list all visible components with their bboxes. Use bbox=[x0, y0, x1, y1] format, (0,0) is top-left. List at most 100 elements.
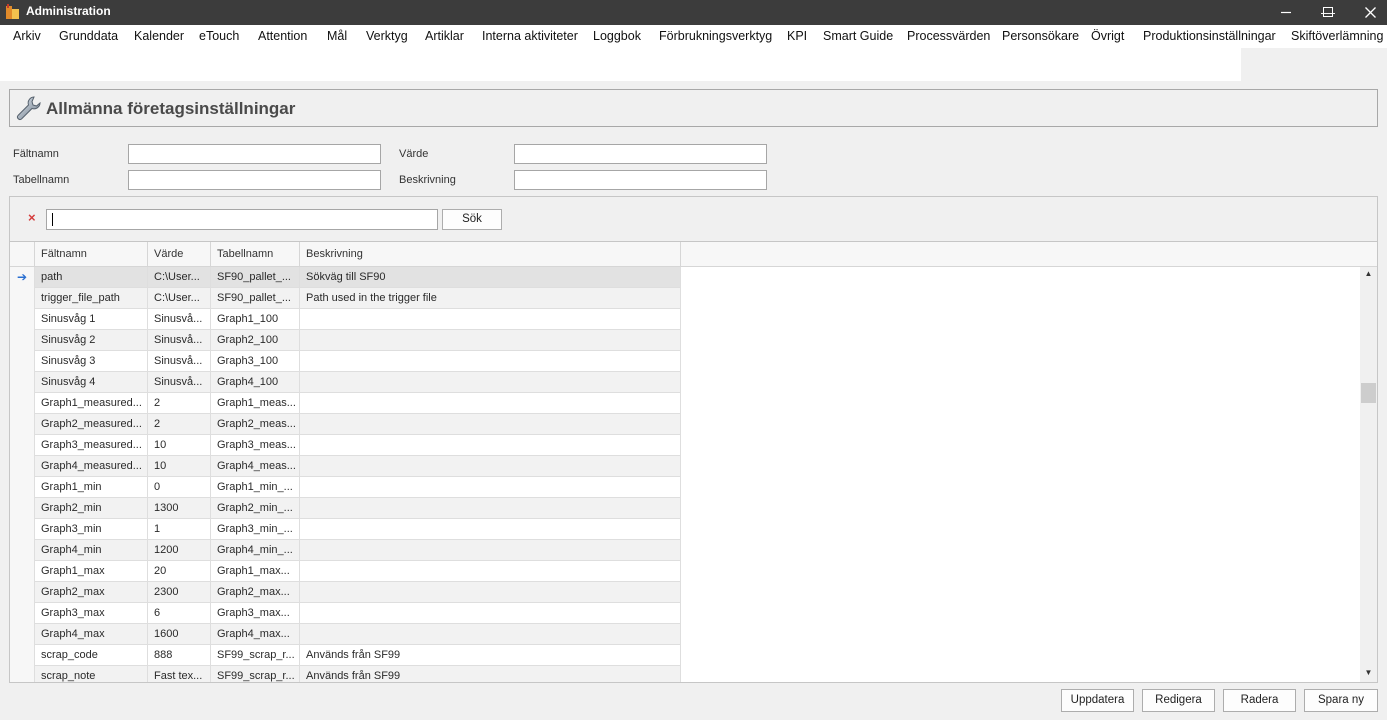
cell-tabellnamn[interactable]: Graph4_meas... bbox=[211, 456, 300, 477]
cell-beskrivning[interactable]: Används från SF99 bbox=[300, 666, 681, 682]
cell-faltnamn[interactable]: Graph1_max bbox=[35, 561, 148, 582]
cell-tabellnamn[interactable]: Graph3_max... bbox=[211, 603, 300, 624]
table-row[interactable]: scrap_code 888 SF99_scrap_r... Används från… bbox=[10, 645, 681, 666]
cell-faltnamn[interactable]: Sinusvåg 3 bbox=[35, 351, 148, 372]
cell-varde[interactable]: 1 bbox=[148, 519, 211, 540]
cell-varde[interactable]: 6 bbox=[148, 603, 211, 624]
row-indicator[interactable] bbox=[10, 456, 35, 477]
cell-tabellnamn[interactable]: SF99_scrap_r... bbox=[211, 666, 300, 682]
menu-item-personsokare[interactable]: Personsökare bbox=[1002, 29, 1079, 43]
cell-faltnamn[interactable]: Graph2_min bbox=[35, 498, 148, 519]
cell-varde[interactable]: Sinusvå... bbox=[148, 372, 211, 393]
table-row[interactable]: Graph1_max 20 Graph1_max... bbox=[10, 561, 681, 582]
spara-ny-button[interactable]: Spara ny bbox=[1304, 689, 1378, 712]
cell-faltnamn[interactable]: Graph1_min bbox=[35, 477, 148, 498]
cell-tabellnamn[interactable]: Graph3_100 bbox=[211, 351, 300, 372]
menu-item-ovrigt[interactable]: Övrigt bbox=[1091, 29, 1124, 43]
cell-faltnamn[interactable]: trigger_file_path bbox=[35, 288, 148, 309]
menu-item-artiklar[interactable]: Artiklar bbox=[425, 29, 464, 43]
cell-beskrivning[interactable] bbox=[300, 435, 681, 456]
cell-beskrivning[interactable] bbox=[300, 477, 681, 498]
table-row[interactable]: scrap_note Fast tex... SF99_scrap_r... Anvä… bbox=[10, 666, 681, 682]
row-indicator[interactable] bbox=[10, 309, 35, 330]
table-row[interactable]: Graph3_min 1 Graph3_min_... bbox=[10, 519, 681, 540]
cell-faltnamn[interactable]: Graph3_min bbox=[35, 519, 148, 540]
cell-beskrivning[interactable] bbox=[300, 519, 681, 540]
beskrivning-field[interactable] bbox=[514, 170, 767, 190]
cell-beskrivning[interactable] bbox=[300, 561, 681, 582]
cell-beskrivning[interactable] bbox=[300, 372, 681, 393]
table-row[interactable]: Sinusvåg 1 Sinusvå... Graph1_100 bbox=[10, 309, 681, 330]
menu-item-kalender[interactable]: Kalender bbox=[134, 29, 184, 43]
table-row[interactable]: Graph1_min 0 Graph1_min_... bbox=[10, 477, 681, 498]
cell-faltnamn[interactable]: Sinusvåg 1 bbox=[35, 309, 148, 330]
cell-beskrivning[interactable] bbox=[300, 309, 681, 330]
redigera-button[interactable]: Redigera bbox=[1142, 689, 1215, 712]
search-input[interactable] bbox=[46, 209, 438, 230]
row-indicator[interactable] bbox=[10, 666, 35, 682]
cell-varde[interactable]: Sinusvå... bbox=[148, 330, 211, 351]
cell-beskrivning[interactable]: Path used in the trigger file bbox=[300, 288, 681, 309]
cell-varde[interactable]: Fast tex... bbox=[148, 666, 211, 682]
cell-tabellnamn[interactable]: Graph1_min_... bbox=[211, 477, 300, 498]
cell-varde[interactable]: C:\User... bbox=[148, 267, 211, 288]
cell-varde[interactable]: 10 bbox=[148, 456, 211, 477]
cell-varde[interactable]: 2 bbox=[148, 414, 211, 435]
cell-faltnamn[interactable]: Graph3_measured... bbox=[35, 435, 148, 456]
menu-item-grunddata[interactable]: Grunddata bbox=[59, 29, 118, 43]
menu-item-etouch[interactable]: eTouch bbox=[199, 29, 239, 43]
scroll-down-icon[interactable]: ▼ bbox=[1360, 668, 1377, 680]
cell-beskrivning[interactable] bbox=[300, 603, 681, 624]
table-row[interactable]: ➔ path C:\User... SF90_pallet_... Sökväg til… bbox=[10, 267, 681, 288]
cell-faltnamn[interactable]: scrap_code bbox=[35, 645, 148, 666]
cell-tabellnamn[interactable]: Graph1_max... bbox=[211, 561, 300, 582]
row-indicator[interactable] bbox=[10, 603, 35, 624]
row-indicator[interactable] bbox=[10, 477, 35, 498]
cell-varde[interactable]: 1600 bbox=[148, 624, 211, 645]
cell-faltnamn[interactable]: Graph2_max bbox=[35, 582, 148, 603]
row-indicator[interactable] bbox=[10, 330, 35, 351]
column-header-tabellnamn[interactable]: Tabellnamn bbox=[211, 242, 300, 267]
cell-varde[interactable]: 2300 bbox=[148, 582, 211, 603]
cell-beskrivning[interactable] bbox=[300, 498, 681, 519]
cell-tabellnamn[interactable]: SF99_scrap_r... bbox=[211, 645, 300, 666]
cell-varde[interactable]: 1300 bbox=[148, 498, 211, 519]
table-row[interactable]: Sinusvåg 3 Sinusvå... Graph3_100 bbox=[10, 351, 681, 372]
cell-faltnamn[interactable]: scrap_note bbox=[35, 666, 148, 682]
row-indicator[interactable] bbox=[10, 645, 35, 666]
row-indicator[interactable] bbox=[10, 393, 35, 414]
row-indicator[interactable] bbox=[10, 519, 35, 540]
cell-varde[interactable]: 888 bbox=[148, 645, 211, 666]
cell-tabellnamn[interactable]: Graph2_100 bbox=[211, 330, 300, 351]
table-row[interactable]: Graph2_measured... 2 Graph2_meas... bbox=[10, 414, 681, 435]
cell-tabellnamn[interactable]: Graph4_max... bbox=[211, 624, 300, 645]
row-indicator[interactable] bbox=[10, 498, 35, 519]
column-header-beskrivning[interactable]: Beskrivning bbox=[300, 242, 681, 267]
cell-beskrivning[interactable] bbox=[300, 624, 681, 645]
cell-varde[interactable]: 20 bbox=[148, 561, 211, 582]
cell-beskrivning[interactable] bbox=[300, 540, 681, 561]
table-row[interactable]: Sinusvåg 4 Sinusvå... Graph4_100 bbox=[10, 372, 681, 393]
cell-tabellnamn[interactable]: SF90_pallet_... bbox=[211, 288, 300, 309]
menu-item-skiftoverlamning[interactable]: Skiftöverlämning bbox=[1291, 29, 1383, 43]
cell-tabellnamn[interactable]: SF90_pallet_... bbox=[211, 267, 300, 288]
close-button[interactable] bbox=[1349, 0, 1387, 25]
menu-item-produktionsinstallningar[interactable]: Produktionsinställningar bbox=[1143, 29, 1276, 43]
uppdatera-button[interactable]: Uppdatera bbox=[1061, 689, 1134, 712]
current-row-arrow-icon[interactable]: ➔ bbox=[10, 267, 35, 288]
cell-faltnamn[interactable]: path bbox=[35, 267, 148, 288]
cell-varde[interactable]: 1200 bbox=[148, 540, 211, 561]
cell-varde[interactable]: 0 bbox=[148, 477, 211, 498]
cell-beskrivning[interactable] bbox=[300, 414, 681, 435]
table-row[interactable]: Sinusvåg 2 Sinusvå... Graph2_100 bbox=[10, 330, 681, 351]
minimize-button[interactable] bbox=[1265, 0, 1307, 25]
cell-beskrivning[interactable] bbox=[300, 393, 681, 414]
tabellnamn-field[interactable] bbox=[128, 170, 381, 190]
cell-tabellnamn[interactable]: Graph1_100 bbox=[211, 309, 300, 330]
cell-beskrivning[interactable] bbox=[300, 582, 681, 603]
table-row[interactable]: Graph4_min 1200 Graph4_min_... bbox=[10, 540, 681, 561]
column-header-varde[interactable]: Värde bbox=[148, 242, 211, 267]
row-indicator[interactable] bbox=[10, 288, 35, 309]
row-indicator[interactable] bbox=[10, 561, 35, 582]
table-row[interactable]: Graph3_measured... 10 Graph3_meas... bbox=[10, 435, 681, 456]
